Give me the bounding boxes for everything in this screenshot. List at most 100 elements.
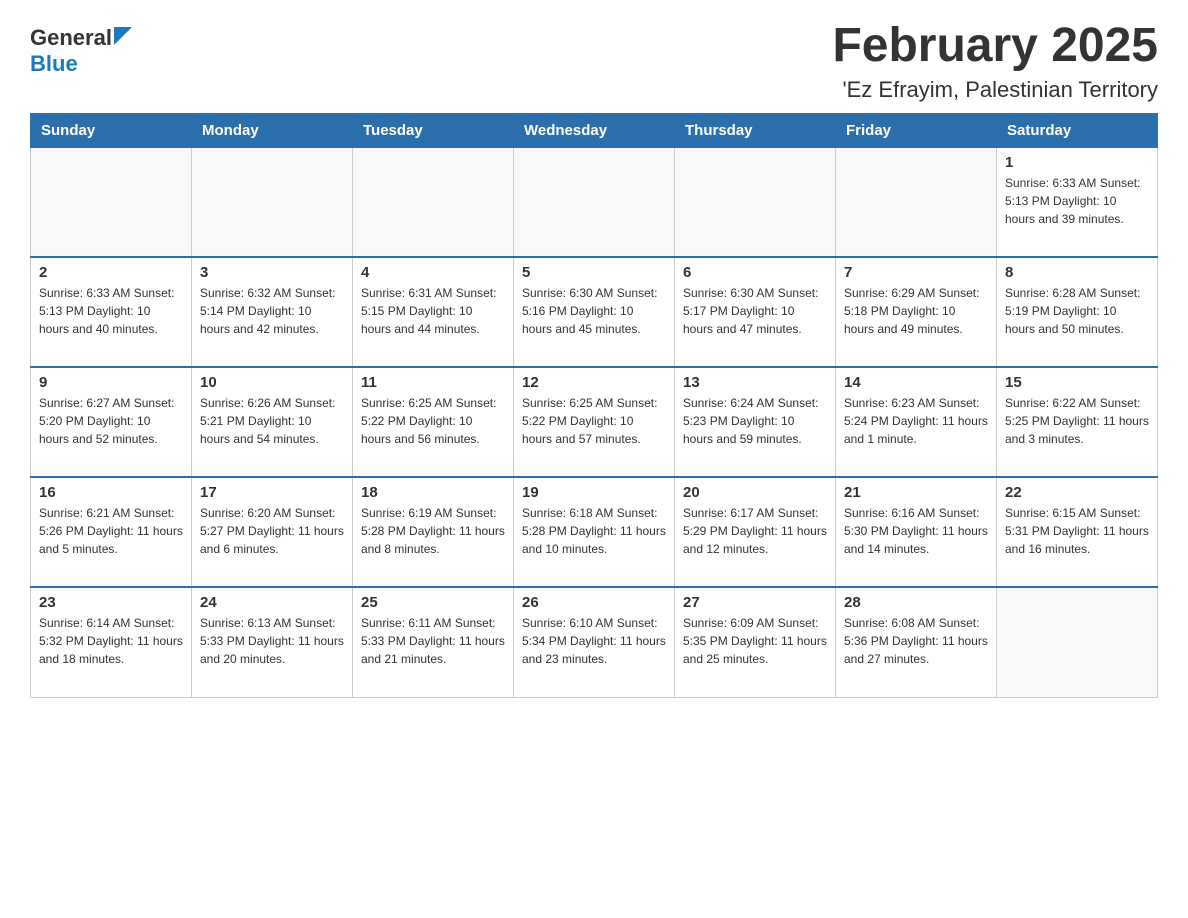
logo-triangle-icon — [114, 27, 132, 45]
day-info: Sunrise: 6:27 AM Sunset: 5:20 PM Dayligh… — [39, 394, 183, 448]
calendar-day-cell: 21 Sunrise: 6:16 AM Sunset: 5:30 PM Dayli… — [836, 477, 997, 587]
day-number: 26 — [522, 594, 666, 611]
day-info: Sunrise: 6:26 AM Sunset: 5:21 PM Dayligh… — [200, 394, 344, 448]
title-block: February 2025 'Ez Efrayim, Palestinian T… — [832, 20, 1158, 103]
day-info: Sunrise: 6:15 AM Sunset: 5:31 PM Dayligh… — [1005, 504, 1149, 558]
calendar-day-cell: 2 Sunrise: 6:33 AM Sunset: 5:13 PM Daylig… — [31, 257, 192, 367]
day-number: 27 — [683, 594, 827, 611]
day-number: 20 — [683, 484, 827, 501]
calendar-week-row: 2 Sunrise: 6:33 AM Sunset: 5:13 PM Daylig… — [31, 257, 1158, 367]
weekday-header: Monday — [192, 113, 353, 147]
day-number: 24 — [200, 594, 344, 611]
day-number: 14 — [844, 374, 988, 391]
day-number: 28 — [844, 594, 988, 611]
day-info: Sunrise: 6:23 AM Sunset: 5:24 PM Dayligh… — [844, 394, 988, 448]
day-info: Sunrise: 6:17 AM Sunset: 5:29 PM Dayligh… — [683, 504, 827, 558]
calendar-day-cell: 9 Sunrise: 6:27 AM Sunset: 5:20 PM Daylig… — [31, 367, 192, 477]
calendar-day-cell: 11Sunrise: 6:25 AM Sunset: 5:22 PM Dayli… — [353, 367, 514, 477]
day-number: 6 — [683, 264, 827, 281]
day-info: Sunrise: 6:25 AM Sunset: 5:22 PM Dayligh… — [522, 394, 666, 448]
calendar-day-cell: 28 Sunrise: 6:08 AM Sunset: 5:36 PM Dayli… — [836, 587, 997, 697]
calendar-day-cell — [192, 147, 353, 257]
calendar-day-cell — [675, 147, 836, 257]
weekday-header: Saturday — [997, 113, 1158, 147]
day-info: Sunrise: 6:21 AM Sunset: 5:26 PM Dayligh… — [39, 504, 183, 558]
calendar-day-cell: 20 Sunrise: 6:17 AM Sunset: 5:29 PM Dayli… — [675, 477, 836, 587]
day-number: 4 — [361, 264, 505, 281]
weekday-header: Friday — [836, 113, 997, 147]
calendar-day-cell: 13Sunrise: 6:24 AM Sunset: 5:23 PM Dayli… — [675, 367, 836, 477]
day-info: Sunrise: 6:22 AM Sunset: 5:25 PM Dayligh… — [1005, 394, 1149, 448]
calendar-day-cell — [514, 147, 675, 257]
logo-general: General — [30, 25, 112, 51]
calendar-table: SundayMondayTuesdayWednesdayThursdayFrid… — [30, 113, 1158, 698]
day-number: 13 — [683, 374, 827, 391]
day-number: 21 — [844, 484, 988, 501]
calendar-day-cell: 26 Sunrise: 6:10 AM Sunset: 5:34 PM Dayli… — [514, 587, 675, 697]
day-number: 23 — [39, 594, 183, 611]
calendar-day-cell: 10 Sunrise: 6:26 AM Sunset: 5:21 PM Dayli… — [192, 367, 353, 477]
day-info: Sunrise: 6:32 AM Sunset: 5:14 PM Dayligh… — [200, 284, 344, 338]
day-info: Sunrise: 6:29 AM Sunset: 5:18 PM Dayligh… — [844, 284, 988, 338]
day-number: 18 — [361, 484, 505, 501]
day-info: Sunrise: 6:14 AM Sunset: 5:32 PM Dayligh… — [39, 614, 183, 668]
day-info: Sunrise: 6:33 AM Sunset: 5:13 PM Dayligh… — [1005, 174, 1149, 228]
calendar-day-cell: 22 Sunrise: 6:15 AM Sunset: 5:31 PM Dayli… — [997, 477, 1158, 587]
calendar-day-cell: 15 Sunrise: 6:22 AM Sunset: 5:25 PM Dayli… — [997, 367, 1158, 477]
calendar-day-cell: 24 Sunrise: 6:13 AM Sunset: 5:33 PM Dayli… — [192, 587, 353, 697]
day-number: 10 — [200, 374, 344, 391]
day-number: 19 — [522, 484, 666, 501]
day-number: 16 — [39, 484, 183, 501]
calendar-header-row: SundayMondayTuesdayWednesdayThursdayFrid… — [31, 113, 1158, 147]
calendar-day-cell: 18 Sunrise: 6:19 AM Sunset: 5:28 PM Dayli… — [353, 477, 514, 587]
day-info: Sunrise: 6:25 AM Sunset: 5:22 PM Dayligh… — [361, 394, 505, 448]
day-number: 8 — [1005, 264, 1149, 281]
day-number: 2 — [39, 264, 183, 281]
calendar-day-cell — [836, 147, 997, 257]
calendar-day-cell: 12 Sunrise: 6:25 AM Sunset: 5:22 PM Dayli… — [514, 367, 675, 477]
weekday-header: Wednesday — [514, 113, 675, 147]
day-info: Sunrise: 6:20 AM Sunset: 5:27 PM Dayligh… — [200, 504, 344, 558]
calendar-week-row: 9 Sunrise: 6:27 AM Sunset: 5:20 PM Daylig… — [31, 367, 1158, 477]
calendar-day-cell: 1 Sunrise: 6:33 AM Sunset: 5:13 PM Daylig… — [997, 147, 1158, 257]
day-info: Sunrise: 6:28 AM Sunset: 5:19 PM Dayligh… — [1005, 284, 1149, 338]
day-info: Sunrise: 6:33 AM Sunset: 5:13 PM Dayligh… — [39, 284, 183, 338]
day-number: 3 — [200, 264, 344, 281]
page-header: General Blue February 2025 'Ez Efrayim, … — [30, 20, 1158, 103]
calendar-subtitle: 'Ez Efrayim, Palestinian Territory — [832, 77, 1158, 103]
calendar-day-cell: 25Sunrise: 6:11 AM Sunset: 5:33 PM Dayli… — [353, 587, 514, 697]
day-info: Sunrise: 6:31 AM Sunset: 5:15 PM Dayligh… — [361, 284, 505, 338]
calendar-day-cell: 8 Sunrise: 6:28 AM Sunset: 5:19 PM Daylig… — [997, 257, 1158, 367]
calendar-day-cell: 23 Sunrise: 6:14 AM Sunset: 5:32 PM Dayli… — [31, 587, 192, 697]
day-number: 12 — [522, 374, 666, 391]
calendar-day-cell: 16 Sunrise: 6:21 AM Sunset: 5:26 PM Dayli… — [31, 477, 192, 587]
day-info: Sunrise: 6:16 AM Sunset: 5:30 PM Dayligh… — [844, 504, 988, 558]
calendar-day-cell — [353, 147, 514, 257]
calendar-week-row: 23 Sunrise: 6:14 AM Sunset: 5:32 PM Dayli… — [31, 587, 1158, 697]
calendar-title: February 2025 — [832, 20, 1158, 73]
calendar-day-cell: 14 Sunrise: 6:23 AM Sunset: 5:24 PM Dayli… — [836, 367, 997, 477]
day-info: Sunrise: 6:19 AM Sunset: 5:28 PM Dayligh… — [361, 504, 505, 558]
day-number: 17 — [200, 484, 344, 501]
day-number: 5 — [522, 264, 666, 281]
day-number: 1 — [1005, 154, 1149, 171]
day-number: 9 — [39, 374, 183, 391]
day-info: Sunrise: 6:13 AM Sunset: 5:33 PM Dayligh… — [200, 614, 344, 668]
day-number: 15 — [1005, 374, 1149, 391]
day-info: Sunrise: 6:08 AM Sunset: 5:36 PM Dayligh… — [844, 614, 988, 668]
calendar-day-cell: 5Sunrise: 6:30 AM Sunset: 5:16 PM Daylig… — [514, 257, 675, 367]
logo-blue: Blue — [30, 51, 78, 77]
calendar-day-cell: 17 Sunrise: 6:20 AM Sunset: 5:27 PM Dayli… — [192, 477, 353, 587]
weekday-header: Thursday — [675, 113, 836, 147]
calendar-day-cell — [31, 147, 192, 257]
day-info: Sunrise: 6:10 AM Sunset: 5:34 PM Dayligh… — [522, 614, 666, 668]
day-number: 7 — [844, 264, 988, 281]
weekday-header: Sunday — [31, 113, 192, 147]
logo: General Blue — [30, 20, 132, 77]
day-number: 22 — [1005, 484, 1149, 501]
weekday-header: Tuesday — [353, 113, 514, 147]
day-info: Sunrise: 6:18 AM Sunset: 5:28 PM Dayligh… — [522, 504, 666, 558]
calendar-day-cell: 4 Sunrise: 6:31 AM Sunset: 5:15 PM Daylig… — [353, 257, 514, 367]
calendar-week-row: 16 Sunrise: 6:21 AM Sunset: 5:26 PM Dayli… — [31, 477, 1158, 587]
calendar-day-cell: 27Sunrise: 6:09 AM Sunset: 5:35 PM Dayli… — [675, 587, 836, 697]
